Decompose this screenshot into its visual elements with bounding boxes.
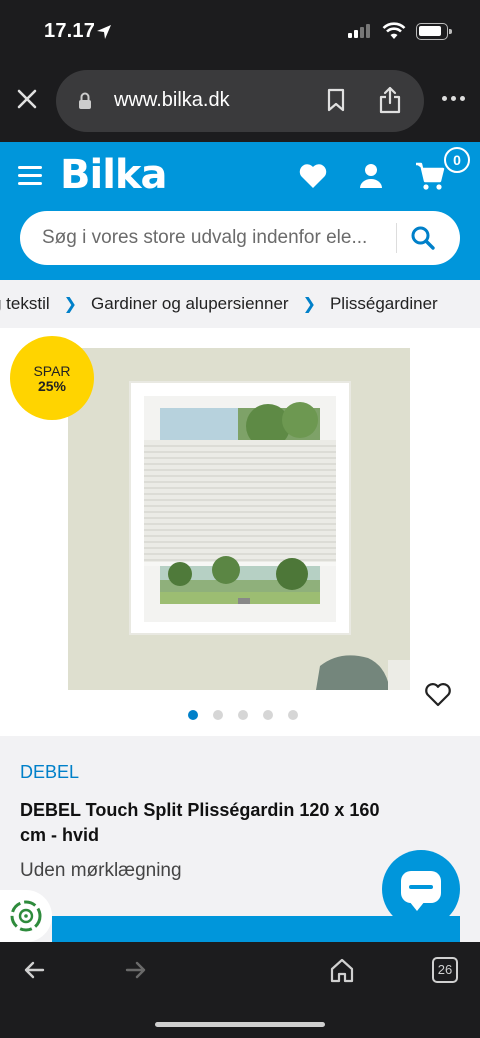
product-brand-link[interactable]: DEBEL: [20, 762, 79, 783]
pagination-dot[interactable]: [288, 710, 298, 720]
home-icon[interactable]: [328, 956, 356, 989]
hamburger-menu-icon[interactable]: [18, 166, 42, 186]
address-field[interactable]: www.bilka.dk: [56, 70, 424, 132]
pagination-dot[interactable]: [238, 710, 248, 720]
bilka-logo[interactable]: Bilka: [60, 152, 168, 198]
cellular-signal-icon: [348, 24, 370, 38]
discount-badge-label: SPAR: [33, 363, 71, 379]
cart-count-badge: 0: [444, 147, 470, 173]
product-image[interactable]: [68, 348, 410, 690]
product-variant: Uden mørklægning: [20, 860, 182, 881]
breadcrumb: g tekstil ❯ Gardiner og alupersienner ❯ …: [0, 280, 480, 328]
discount-badge-percent: 25%: [37, 378, 67, 394]
site-header: Bilka 0: [0, 142, 480, 280]
chat-bubble-icon: [401, 871, 441, 911]
close-icon[interactable]: [16, 88, 38, 110]
breadcrumb-item[interactable]: Gardiner og alupersienner: [91, 294, 289, 314]
chevron-right-icon: ❯: [302, 296, 316, 313]
user-account-icon[interactable]: [358, 162, 384, 195]
browser-toolbar: 26: [0, 942, 480, 1038]
breadcrumb-item[interactable]: Plisségardiner: [330, 294, 438, 314]
more-options-icon[interactable]: [442, 96, 465, 101]
search-icon[interactable]: [410, 225, 436, 256]
status-bar: 17.17: [0, 0, 480, 62]
url-text: www.bilka.dk: [114, 89, 230, 111]
wishlist-heart-icon[interactable]: [424, 682, 452, 713]
forward-arrow-icon[interactable]: [124, 958, 148, 987]
pagination-dot[interactable]: [213, 710, 223, 720]
chat-button[interactable]: [382, 850, 460, 928]
pagination-dot[interactable]: [188, 710, 198, 720]
cookie-settings-button[interactable]: [0, 890, 52, 942]
cookie-icon: [8, 898, 44, 939]
bookmark-icon[interactable]: [326, 88, 346, 117]
location-arrow-icon: [96, 24, 112, 45]
wifi-icon: [382, 22, 406, 45]
share-icon[interactable]: [378, 86, 402, 119]
status-time: 17.17: [44, 20, 96, 42]
browser-url-bar: www.bilka.dk: [0, 62, 480, 142]
breadcrumb-item[interactable]: g tekstil: [0, 294, 50, 314]
product-title: DEBEL Touch Split Plisségardin 120 x 160…: [20, 800, 380, 845]
pagination-dot[interactable]: [263, 710, 273, 720]
back-arrow-icon[interactable]: [22, 958, 46, 987]
search-divider: [396, 223, 397, 253]
favorites-heart-icon[interactable]: [298, 162, 328, 195]
discount-badge: SPAR 25%: [10, 336, 94, 420]
shopping-cart-icon[interactable]: [414, 160, 446, 197]
lock-icon: [78, 92, 92, 115]
image-pagination: [188, 710, 298, 720]
home-indicator: [155, 1022, 325, 1027]
tabs-count-button[interactable]: 26: [432, 957, 458, 983]
search-input[interactable]: [42, 211, 392, 265]
search-bar: [20, 211, 460, 265]
battery-icon: [416, 23, 452, 40]
chevron-right-icon: ❯: [63, 296, 78, 313]
